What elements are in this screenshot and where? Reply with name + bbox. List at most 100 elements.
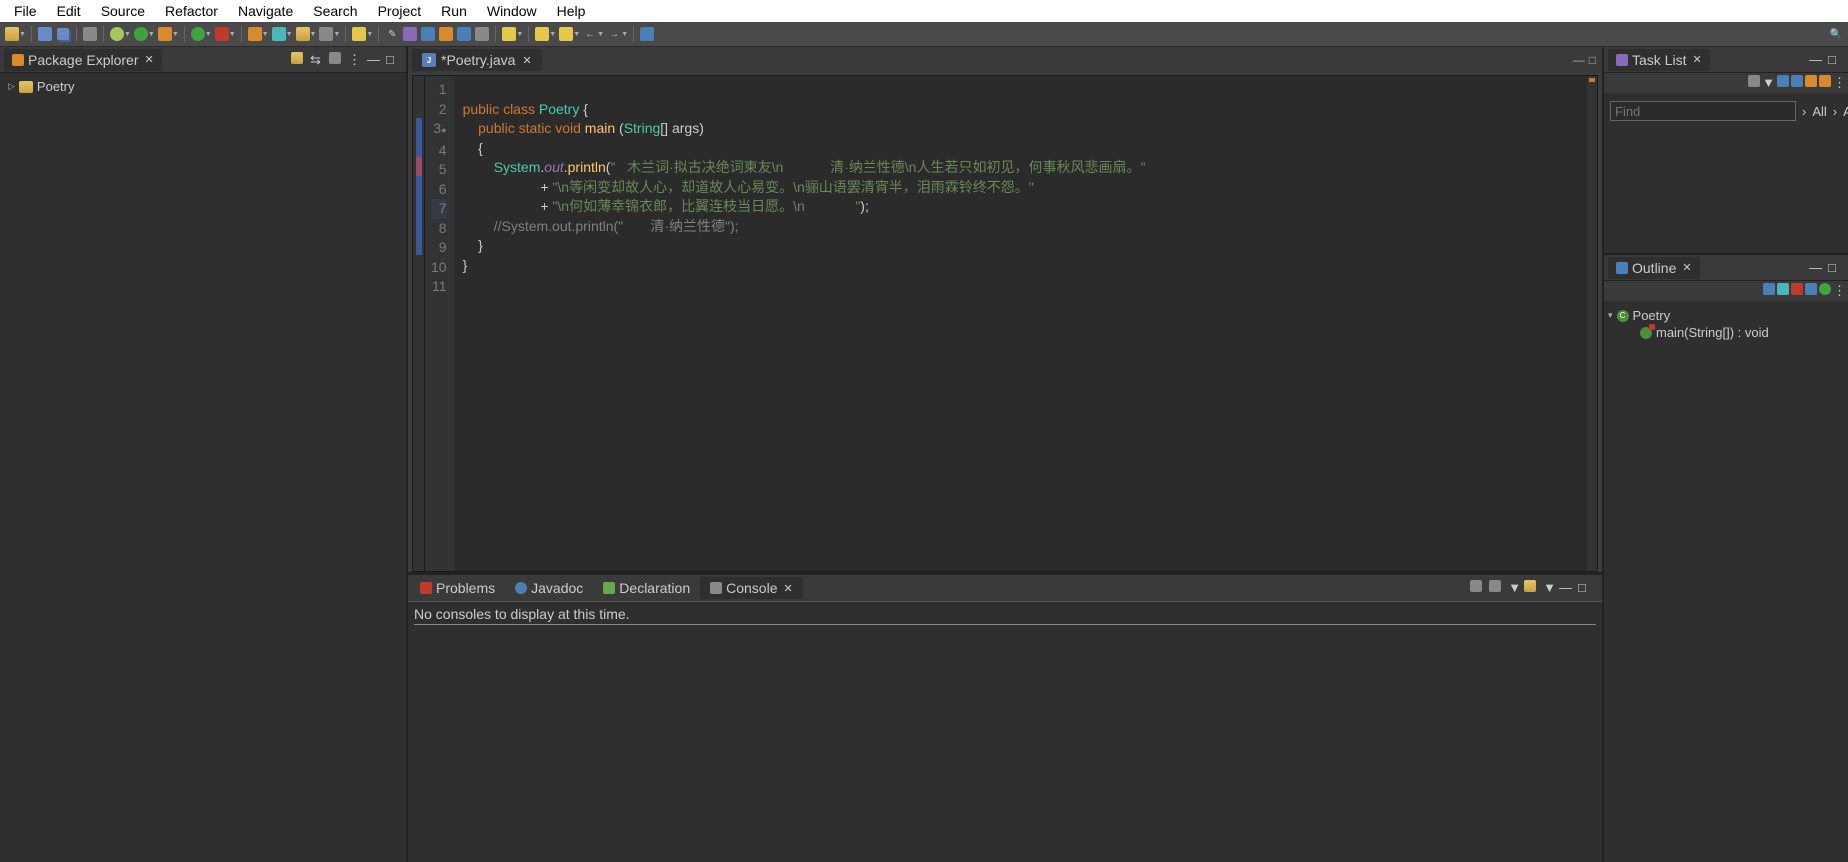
run-icon[interactable] — [133, 26, 149, 42]
dropdown-icon[interactable]: ▼ — [286, 31, 293, 38]
close-icon[interactable]: ✕ — [784, 582, 793, 595]
new-icon[interactable] — [4, 26, 20, 42]
next-annotation-icon[interactable] — [534, 26, 550, 42]
editor-tab-poetry[interactable]: J *Poetry.java ✕ — [412, 49, 542, 71]
stack-icon[interactable] — [456, 26, 472, 42]
dropdown-icon[interactable]: ▼ — [573, 31, 580, 38]
collapse-icon[interactable]: ▾ — [1608, 310, 1613, 321]
back-icon[interactable]: ← — [582, 26, 598, 42]
menu-project[interactable]: Project — [368, 1, 432, 21]
quick-access-search-icon[interactable]: 🔍 — [1828, 26, 1844, 42]
menu-file[interactable]: File — [4, 1, 47, 21]
schedule-icon[interactable] — [1791, 75, 1803, 91]
categorize-icon[interactable] — [1777, 75, 1789, 91]
wand-icon[interactable]: ✎ — [384, 26, 400, 42]
outline-tab[interactable]: Outline ✕ — [1608, 257, 1700, 279]
outline-method-item[interactable]: main(String[]) : void — [1608, 324, 1844, 341]
outline-tree[interactable]: ▾ C Poetry main(String[]) : void — [1604, 301, 1848, 347]
dropdown-icon[interactable]: ▼ — [19, 31, 26, 38]
synchronize-icon[interactable] — [1819, 75, 1831, 91]
view-menu-icon[interactable]: ⋮ — [1833, 283, 1846, 299]
hide-nonpublic-icon[interactable] — [1805, 283, 1817, 299]
dropdown-icon[interactable]: ▼ — [148, 31, 155, 38]
dropdown-icon[interactable]: ▼ — [621, 31, 628, 38]
dropdown-icon[interactable]: ▼ — [172, 31, 179, 38]
maximize-icon[interactable]: □ — [386, 52, 402, 68]
dropdown-icon[interactable]: ▼ — [229, 31, 236, 38]
new-package-icon[interactable] — [247, 26, 263, 42]
hide-local-icon[interactable] — [1819, 283, 1831, 299]
close-icon[interactable]: ✕ — [1692, 53, 1701, 66]
menu-source[interactable]: Source — [91, 1, 155, 21]
minimize-icon[interactable]: — — [1809, 52, 1825, 68]
dropdown-icon[interactable]: ▼ — [124, 31, 131, 38]
dropdown-icon[interactable]: ▼ — [1543, 580, 1556, 596]
maximize-icon[interactable]: □ — [1828, 52, 1844, 68]
minimize-icon[interactable]: — — [1573, 53, 1585, 67]
dropdown-icon[interactable]: ▼ — [366, 31, 373, 38]
close-icon[interactable]: ✕ — [522, 54, 531, 67]
console-output[interactable]: No consoles to display at this time. — [408, 601, 1602, 862]
minimize-icon[interactable]: — — [1559, 580, 1575, 596]
paint-icon[interactable] — [402, 26, 418, 42]
display-console-icon[interactable] — [1489, 580, 1505, 596]
annotation-ruler[interactable] — [413, 76, 425, 571]
pin-icon[interactable] — [501, 26, 517, 42]
debug-icon[interactable] — [109, 26, 125, 42]
task-list-body[interactable]: › All › Activate... — [1604, 93, 1848, 253]
tab-console[interactable]: Console ✕ — [700, 577, 803, 599]
dropdown-icon[interactable]: ▼ — [549, 31, 556, 38]
menu-help[interactable]: Help — [547, 1, 596, 21]
task-activate-link[interactable]: Activate... — [1843, 104, 1848, 119]
package-explorer-tree[interactable]: ▷ Poetry — [0, 73, 406, 862]
menu-search[interactable]: Search — [303, 1, 367, 21]
save-all-icon[interactable] — [55, 26, 71, 42]
new-folder-icon[interactable] — [295, 26, 311, 42]
dropdown-icon[interactable]: ▼ — [333, 31, 340, 38]
search-icon[interactable] — [351, 26, 367, 42]
toggle-breadcrumb-icon[interactable] — [82, 26, 98, 42]
menu-navigate[interactable]: Navigate — [228, 1, 303, 21]
dropdown-icon[interactable]: ▼ — [205, 31, 212, 38]
view-menu-icon[interactable]: ⋮ — [348, 52, 364, 68]
task-all-link[interactable]: All — [1812, 104, 1826, 119]
menu-window[interactable]: Window — [477, 1, 547, 21]
minimize-icon[interactable]: — — [367, 52, 383, 68]
prev-annotation-icon[interactable] — [558, 26, 574, 42]
expand-icon[interactable]: ▷ — [8, 81, 15, 92]
dropdown-icon[interactable]: ▼ — [262, 31, 269, 38]
marker[interactable] — [1589, 78, 1595, 82]
task-find-input[interactable] — [1610, 101, 1796, 121]
minimize-icon[interactable]: — — [1809, 260, 1825, 276]
new-file-icon[interactable] — [318, 26, 334, 42]
code-content[interactable]: public class Poetry { public static void… — [455, 76, 1587, 571]
link-editor-icon[interactable]: ⇆ — [310, 52, 326, 68]
tab-declaration[interactable]: Declaration — [593, 577, 700, 599]
grid-icon[interactable] — [474, 26, 490, 42]
new-class-icon[interactable] — [271, 26, 287, 42]
book-icon[interactable] — [438, 26, 454, 42]
coverage-icon[interactable] — [157, 26, 173, 42]
task-list-tab[interactable]: Task List ✕ — [1608, 49, 1710, 71]
project-item[interactable]: ▷ Poetry — [8, 79, 398, 94]
focus-task-icon[interactable] — [1805, 75, 1817, 91]
collapse-icon[interactable]: ⋮ — [1833, 75, 1846, 91]
code-editor[interactable]: 1 2 3● 4 5 6 7 8 9 10 11 public class Po… — [412, 75, 1598, 572]
menu-edit[interactable]: Edit — [47, 1, 91, 21]
maximize-icon[interactable]: □ — [1578, 580, 1594, 596]
new-task-icon[interactable] — [1748, 75, 1760, 91]
close-icon[interactable]: ✕ — [145, 53, 154, 66]
maximize-icon[interactable]: □ — [1828, 260, 1844, 276]
pin-console-icon[interactable] — [1470, 580, 1486, 596]
tab-javadoc[interactable]: Javadoc — [505, 577, 593, 599]
package-explorer-tab[interactable]: Package Explorer ✕ — [4, 49, 162, 71]
external-tools-icon[interactable] — [214, 26, 230, 42]
dropdown-icon[interactable]: ▼ — [597, 31, 604, 38]
tag-icon[interactable] — [420, 26, 436, 42]
dropdown-icon[interactable]: ▼ — [310, 31, 317, 38]
outline-class-item[interactable]: ▾ C Poetry — [1608, 307, 1844, 324]
perspective-icon[interactable] — [639, 26, 655, 42]
hide-fields-icon[interactable] — [1777, 283, 1789, 299]
dropdown-icon[interactable]: ▼ — [1508, 580, 1521, 596]
menu-run[interactable]: Run — [431, 1, 477, 21]
